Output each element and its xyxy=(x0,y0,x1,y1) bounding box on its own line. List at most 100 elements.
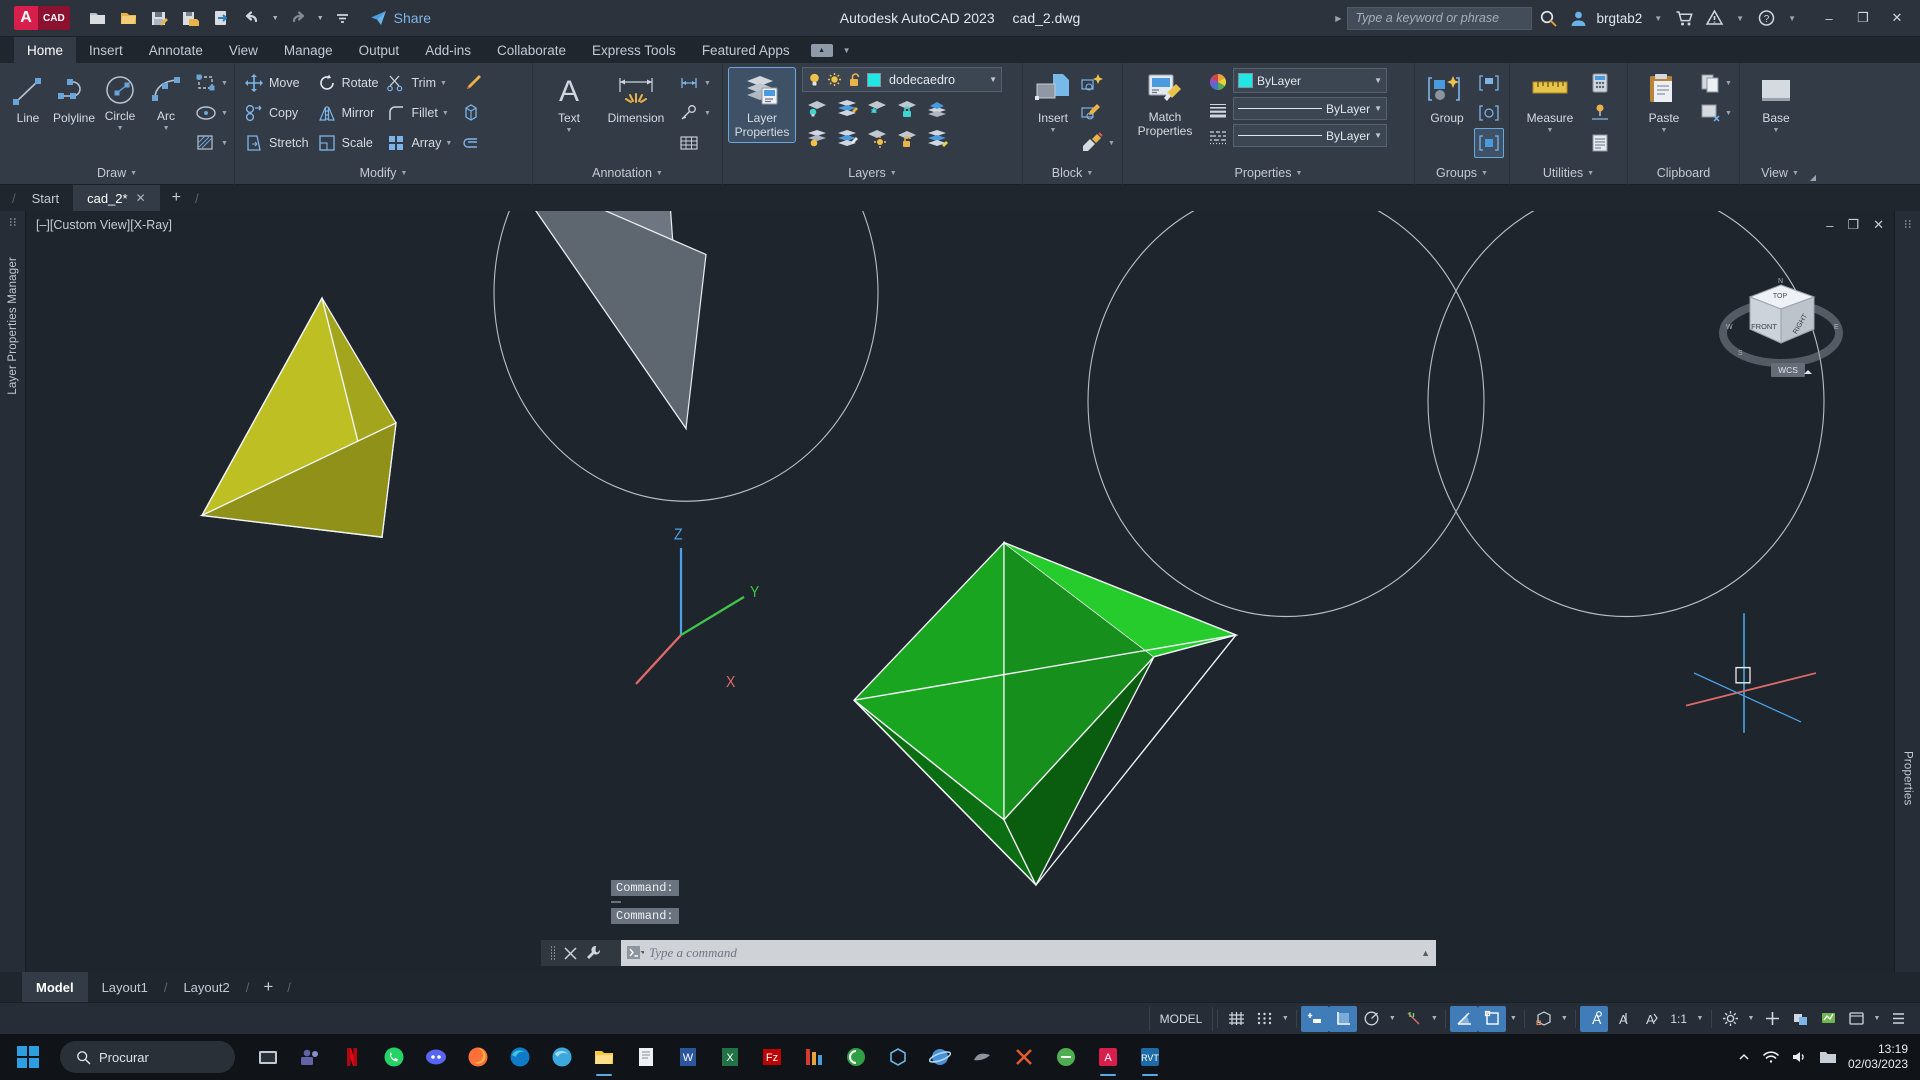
file-tab-cad2[interactable]: cad_2* ✕ xyxy=(73,185,160,211)
edit-attribute-caret[interactable]: ▼ xyxy=(1108,140,1117,147)
customization-plus-icon[interactable] xyxy=(1758,1006,1786,1032)
layer-freeze-icon[interactable] xyxy=(862,93,892,123)
window-minimize-button[interactable]: – xyxy=(1812,3,1846,33)
taskbar-app-qbittorrent[interactable] xyxy=(837,1037,875,1077)
annotation-linear-dim-icon[interactable] xyxy=(674,68,704,98)
window-close-button[interactable]: ✕ xyxy=(1880,3,1914,33)
redo-icon[interactable] xyxy=(284,5,312,31)
draw-rectangle-icon[interactable] xyxy=(191,68,221,98)
snap-mode-toggle[interactable] xyxy=(1250,1006,1278,1032)
draw-line-button[interactable]: Line xyxy=(5,68,51,129)
ribbon-panel-properties-title[interactable]: Properties ▼ xyxy=(1123,161,1414,185)
layout-tab-layout2[interactable]: Layout2 xyxy=(169,972,243,1002)
draw-ellipse-caret[interactable]: ▼ xyxy=(221,110,230,117)
object-snap-caret[interactable]: ▼ xyxy=(1506,1006,1520,1032)
modify-scale-button[interactable]: Scale xyxy=(313,128,383,158)
modify-erase-brush-icon[interactable] xyxy=(456,68,486,98)
groups-panel-caret[interactable]: ▼ xyxy=(1481,170,1488,177)
taskbar-app-edge[interactable] xyxy=(501,1037,539,1077)
autoscale-toggle[interactable]: A xyxy=(1608,1006,1636,1032)
taskbar-app-grey[interactable] xyxy=(963,1037,1001,1077)
cart-icon[interactable] xyxy=(1670,5,1698,31)
base-view-button[interactable]: Base ▼ xyxy=(1745,68,1807,138)
model-space-button[interactable]: MODEL xyxy=(1148,1006,1214,1031)
annotation-scale-caret[interactable]: ▼ xyxy=(1693,1006,1707,1032)
annotation-text-caret[interactable]: ▼ xyxy=(566,127,573,134)
view-panel-caret[interactable]: ▼ xyxy=(1792,170,1799,177)
ribbon-options-caret[interactable]: ▼ xyxy=(843,46,851,55)
ribbon-panel-annotation-title[interactable]: Annotation ▼ xyxy=(533,161,722,185)
polar-tracking-caret[interactable]: ▼ xyxy=(1385,1006,1399,1032)
layer-lock-icon[interactable] xyxy=(892,93,922,123)
paste-caret[interactable]: ▼ xyxy=(1661,127,1668,134)
taskbar-app-python[interactable] xyxy=(1047,1037,1085,1077)
ribbon-panel-block-title[interactable]: Block ▼ xyxy=(1023,161,1122,185)
save-as-icon[interactable] xyxy=(177,5,205,31)
customize-icon[interactable] xyxy=(329,5,357,31)
paste-button[interactable]: Paste ▼ xyxy=(1633,68,1695,138)
user-menu-caret[interactable]: ▼ xyxy=(1654,14,1662,23)
ortho-mode-toggle[interactable] xyxy=(1329,1005,1358,1032)
annotation-dimension-button[interactable]: Dimension xyxy=(600,68,672,129)
annotation-leader-caret[interactable]: ▼ xyxy=(704,110,713,117)
taskbar-app-file-explorer[interactable] xyxy=(585,1037,623,1077)
command-input-area[interactable]: Type a command ▲ xyxy=(621,940,1436,966)
help-icon[interactable]: ? xyxy=(1752,5,1780,31)
modify-trim-button[interactable]: Trim xyxy=(382,68,440,98)
3d-object-snap-caret[interactable]: ▼ xyxy=(1557,1006,1571,1032)
modify-trim-caret[interactable]: ▼ xyxy=(440,80,449,87)
redo-dropdown-caret[interactable]: ▼ xyxy=(315,5,326,31)
search-icon[interactable] xyxy=(1534,5,1562,31)
user-name-label[interactable]: brgtab2 xyxy=(1596,11,1642,26)
ribbon-minimize-pill[interactable]: ▲ xyxy=(810,43,833,57)
modify-array-button[interactable]: Array xyxy=(382,128,445,158)
search-expand-caret[interactable]: ▶ xyxy=(1335,14,1341,23)
snap-mode-caret[interactable]: ▼ xyxy=(1278,1006,1292,1032)
properties-panel-caret[interactable]: ▼ xyxy=(1296,170,1303,177)
taskbar-app-whatsapp[interactable] xyxy=(375,1037,413,1077)
annotation-table-icon[interactable] xyxy=(674,128,704,158)
annotation-scale-value[interactable]: 1:1 xyxy=(1664,1012,1693,1026)
ribbon-panel-draw-title[interactable]: Draw ▼ xyxy=(0,161,234,185)
match-properties-button[interactable]: Match Properties xyxy=(1128,67,1202,141)
draw-panel-caret[interactable]: ▼ xyxy=(130,170,137,177)
warning-menu-caret[interactable]: ▼ xyxy=(1736,14,1744,23)
status-menu-icon[interactable] xyxy=(1884,1006,1912,1032)
share-button[interactable]: Share xyxy=(369,9,431,27)
polar-tracking-toggle[interactable] xyxy=(1357,1006,1385,1032)
draw-polyline-button[interactable]: Polyline xyxy=(51,68,97,129)
linetype-combo[interactable]: ByLayer ▼ xyxy=(1233,124,1387,147)
modify-array-caret[interactable]: ▼ xyxy=(445,140,454,147)
dynamic-ucs-toggle[interactable] xyxy=(1450,1005,1479,1032)
infer-constraints-toggle[interactable] xyxy=(1301,1005,1330,1032)
taskbar-app-sketchup[interactable] xyxy=(879,1037,917,1077)
3d-object-snap-toggle[interactable] xyxy=(1529,1006,1557,1032)
layer-properties-manager-tab[interactable]: Layer Properties Manager xyxy=(7,257,19,395)
ribbon-tab-collaborate[interactable]: Collaborate xyxy=(484,37,579,63)
draw-circle-caret[interactable]: ▼ xyxy=(117,125,124,132)
command-bar-grip[interactable] xyxy=(549,945,556,961)
create-block-icon[interactable] xyxy=(1078,68,1108,98)
graphics-performance-icon[interactable] xyxy=(1814,1006,1842,1032)
layout-add-button[interactable]: + xyxy=(251,972,285,1002)
start-button[interactable] xyxy=(0,1034,56,1080)
draw-hatch-icon[interactable] xyxy=(191,128,221,158)
autocad-logo[interactable]: A CAD xyxy=(14,6,70,30)
id-point-icon[interactable] xyxy=(1585,98,1615,128)
clean-screen-caret[interactable]: ▼ xyxy=(1870,1006,1884,1032)
modify-solid-edit-icon[interactable] xyxy=(456,98,486,128)
modify-panel-caret[interactable]: ▼ xyxy=(400,170,407,177)
open-icon[interactable] xyxy=(115,5,143,31)
cut-clip-icon[interactable] xyxy=(1695,98,1725,128)
lineweight-caret[interactable]: ▼ xyxy=(1374,104,1382,113)
draw-rectangle-caret[interactable]: ▼ xyxy=(221,80,230,87)
taskbar-app-task-view[interactable] xyxy=(249,1037,287,1077)
taskbar-app-firefox[interactable] xyxy=(459,1037,497,1077)
wifi-icon[interactable] xyxy=(1762,1049,1780,1065)
undo-dropdown-caret[interactable]: ▼ xyxy=(270,5,281,31)
group-selection-icon[interactable] xyxy=(1474,128,1504,158)
properties-panel-tab[interactable]: Properties xyxy=(1902,751,1914,805)
taskbar-search[interactable]: Procurar xyxy=(60,1041,235,1073)
ribbon-panel-utilities-title[interactable]: Utilities ▼ xyxy=(1510,161,1627,185)
utilities-panel-caret[interactable]: ▼ xyxy=(1587,170,1594,177)
